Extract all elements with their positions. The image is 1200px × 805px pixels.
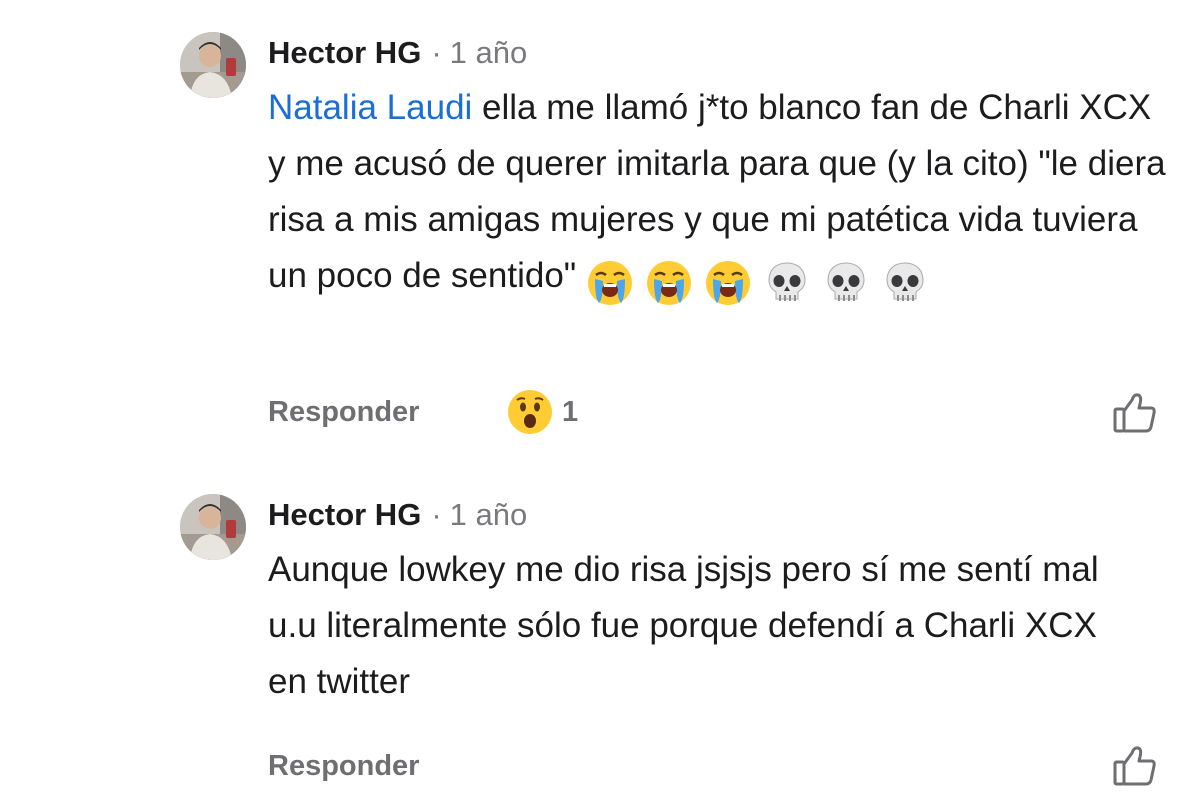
mention-link[interactable]: Natalia Laudi [268, 88, 472, 127]
emoji-row [586, 253, 940, 305]
face-with-open-mouth-icon [506, 388, 554, 436]
comment-text: Aunque lowkey me dio risa jsjsjs pero sí… [268, 542, 1108, 710]
author-name[interactable]: Hector HG [268, 35, 421, 70]
loudly-crying-face-icon [645, 259, 693, 307]
loudly-crying-face-icon [704, 259, 752, 307]
avatar[interactable] [180, 494, 246, 560]
reply-button[interactable]: Responder [268, 750, 419, 783]
separator-dot: · [431, 35, 442, 70]
thumbs-up-icon[interactable] [1112, 743, 1158, 789]
skull-icon [763, 259, 811, 307]
loudly-crying-face-icon [586, 259, 634, 307]
thumbs-up-icon[interactable] [1112, 390, 1158, 436]
comment-text: Natalia Laudi ella me llamó j*to blanco … [268, 80, 1168, 305]
author-name[interactable]: Hector HG [268, 497, 421, 532]
comment-header: Hector HG · 1 año [268, 495, 527, 535]
timestamp: 1 año [449, 497, 528, 532]
skull-icon [822, 259, 870, 307]
reply-button[interactable]: Responder [268, 396, 419, 429]
timestamp: 1 año [449, 35, 528, 70]
skull-icon [881, 259, 929, 307]
separator-dot: · [431, 497, 442, 532]
comment-actions: Responder 1 [268, 388, 1168, 438]
avatar[interactable] [180, 32, 246, 98]
comment-body-text: Aunque lowkey me dio risa jsjsjs pero sí… [268, 550, 1099, 701]
reaction-count: 1 [562, 395, 579, 428]
comment-actions: Responder [268, 742, 1168, 792]
comment-header: Hector HG · 1 año [268, 33, 527, 73]
reaction-summary[interactable]: 1 [506, 388, 578, 438]
